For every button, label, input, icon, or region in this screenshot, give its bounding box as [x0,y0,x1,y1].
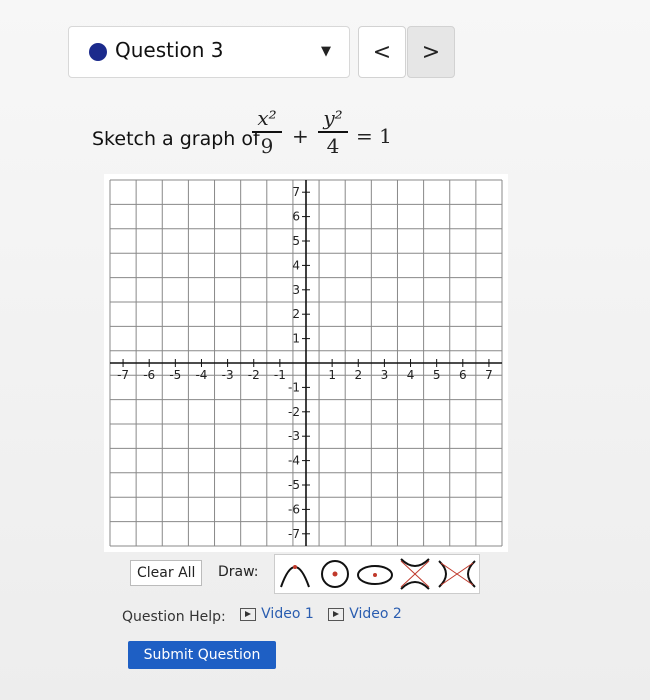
y-tick-label: -5 [288,478,300,492]
video-2-label: Video 2 [349,606,402,622]
equals-one: = 1 [356,124,392,148]
x-tick-label: -5 [169,368,181,382]
fraction-bar [318,131,348,133]
fraction-y-den: 4 [326,133,340,158]
question-title: Question 3 [115,38,224,62]
x-tick-label: -6 [143,368,155,382]
x-tick-label: 7 [485,368,493,382]
fraction-y: y² 4 [318,106,348,158]
y-tick-label: -7 [288,527,300,541]
y-tick-label: -6 [288,502,300,516]
ellipse-icon[interactable] [355,555,395,593]
y-tick-label: -1 [288,380,300,394]
fraction-y-num: y² [323,106,343,130]
question-help-label: Question Help: [122,608,226,625]
y-tick-label: -2 [288,405,300,419]
x-tick-label: -1 [274,368,286,382]
dropdown-caret-icon[interactable]: ▼ [321,44,331,59]
fraction-bar [252,131,282,133]
fraction-x-den: 9 [260,133,274,158]
next-question-button[interactable]: > [407,26,455,78]
question-help: Question Help: Video 1 Video 2 [122,606,402,625]
fraction-x: x² 9 [252,106,282,158]
page: Question 3 ▼ < > Sketch a graph of x² 9 … [0,0,650,700]
x-tick-label: 4 [407,368,415,382]
circle-icon[interactable] [315,555,355,593]
submit-question-button[interactable]: Submit Question [128,641,276,669]
plus-sign: + [292,124,309,148]
y-tick-label: 2 [292,307,300,321]
video-play-icon [240,607,257,621]
draw-label: Draw: [218,564,259,580]
y-tick-label: 1 [292,332,300,346]
hyperbola-horizontal-icon[interactable] [435,555,479,593]
y-tick-label: 6 [292,210,300,224]
y-tick-label: 5 [292,234,300,248]
video-1-label: Video 1 [261,606,314,622]
question-selector[interactable]: Question 3 ▼ [68,26,350,78]
hyperbola-vertical-icon[interactable] [395,555,435,593]
y-tick-label: -4 [288,454,300,468]
x-tick-label: 2 [354,368,362,382]
status-dot-icon [89,43,107,61]
video-1-link[interactable]: Video 1 [240,606,314,622]
video-play-icon [328,607,345,621]
graph-canvas[interactable]: -7 -6 -5 -4 -3 -2 -1 1 2 3 4 5 6 7 7 6 5 4 3 2 1 -1 -2 -3 -4 -5 -6… [104,174,508,552]
shape-tools [274,554,480,594]
x-tick-label: -4 [195,368,207,382]
y-tick-label: 7 [292,185,300,199]
video-2-link[interactable]: Video 2 [328,606,402,622]
equation: x² 9 + y² 4 = 1 [252,106,402,170]
y-tick-label: -3 [288,429,300,443]
y-tick-label: 3 [292,283,300,297]
fraction-x-num: x² [257,106,277,130]
x-tick-label: -2 [248,368,260,382]
clear-all-button[interactable]: Clear All [130,560,203,586]
x-tick-label: -7 [117,368,129,382]
x-tick-label: 1 [328,368,336,382]
parabola-icon[interactable] [275,555,315,593]
y-tick-label: 4 [292,258,300,272]
x-tick-label: 6 [459,368,467,382]
x-tick-label: -3 [222,368,234,382]
prev-question-button[interactable]: < [358,26,406,78]
x-tick-label: 5 [433,368,441,382]
prompt-text: Sketch a graph of [92,128,260,150]
x-tick-label: 3 [381,368,389,382]
